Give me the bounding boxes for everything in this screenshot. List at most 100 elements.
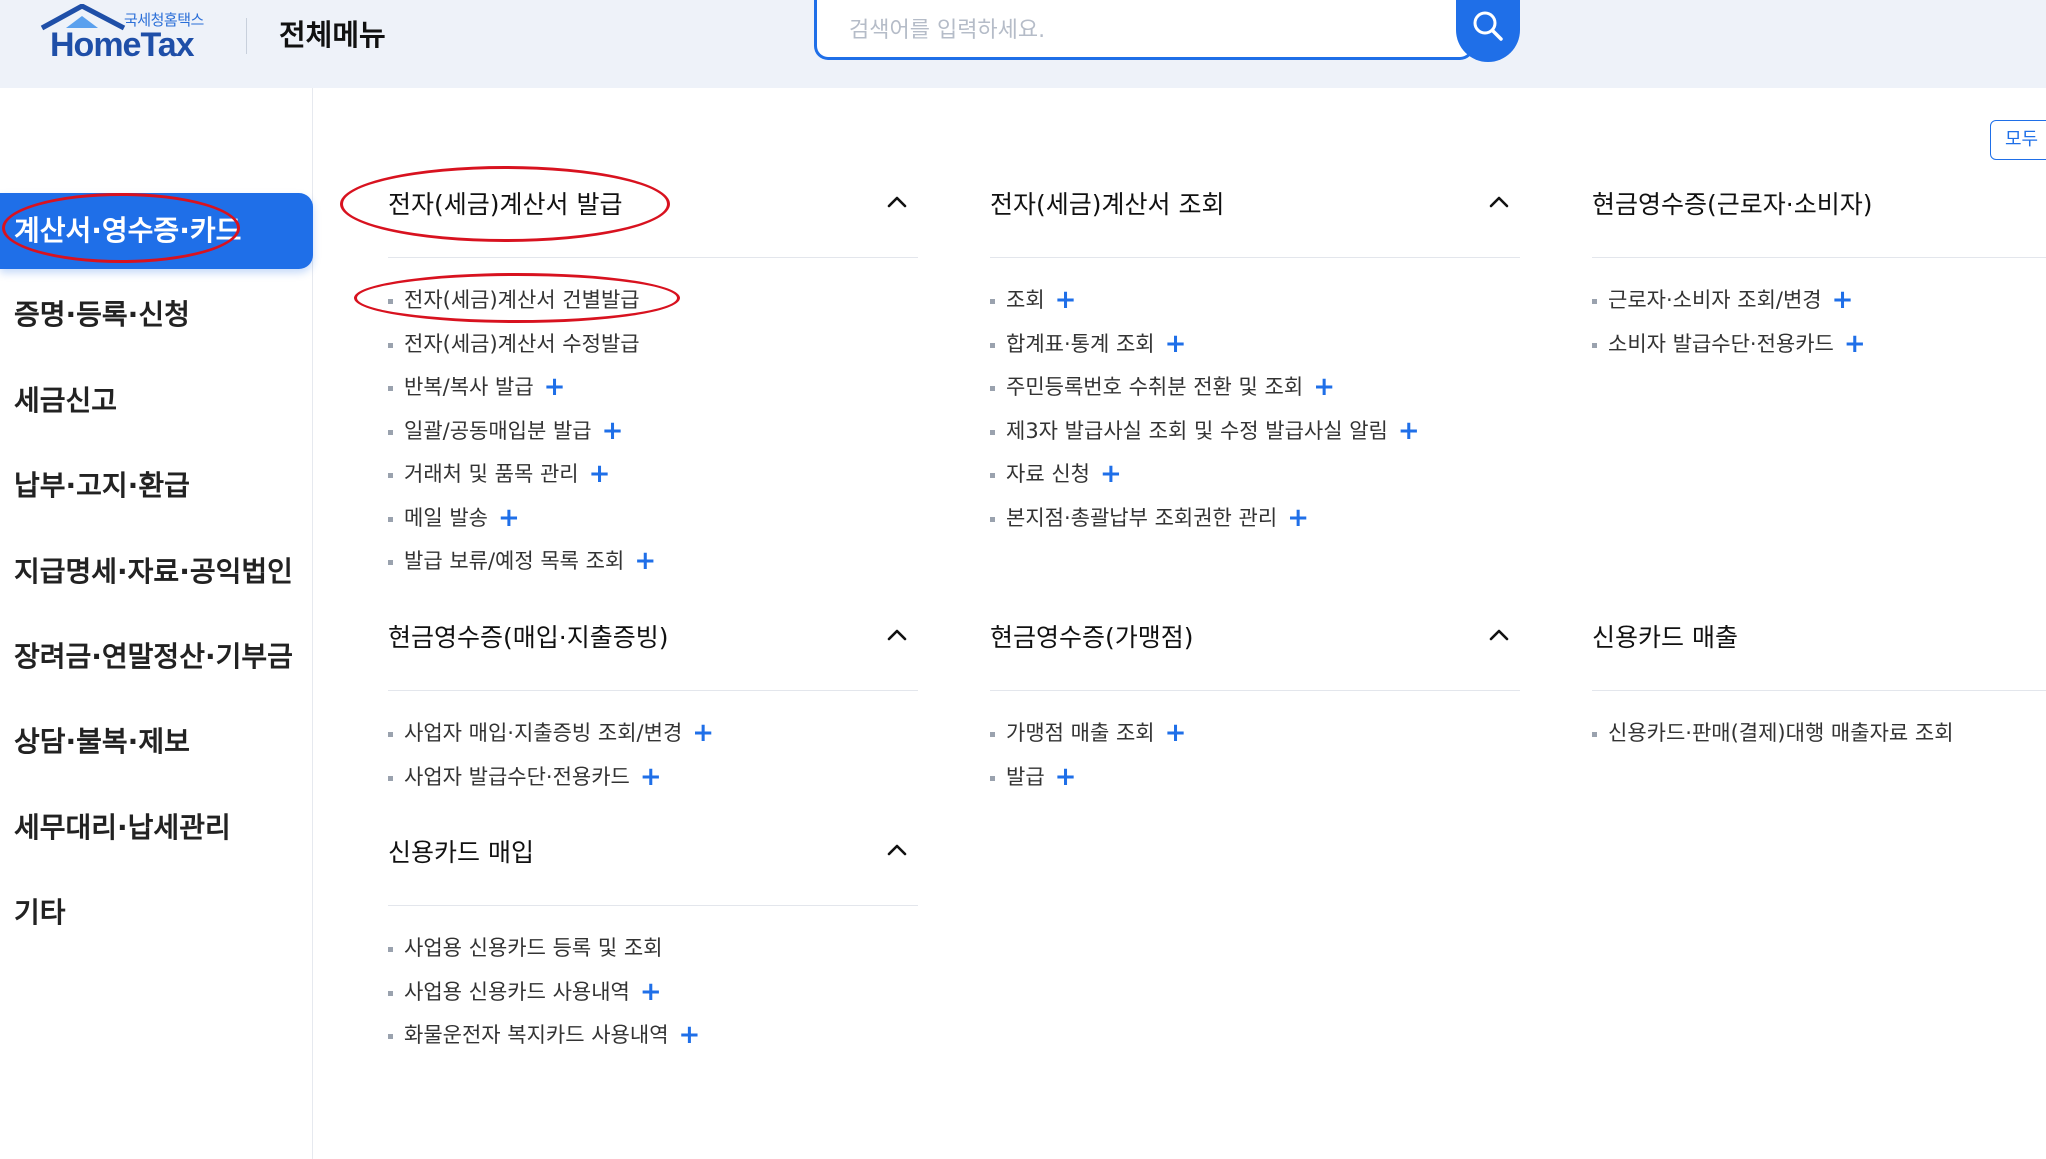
- sidebar-item-consultation-appeal[interactable]: 상담·불복·제보: [0, 704, 313, 780]
- menu-item[interactable]: 근로자·소비자 조회/변경 +: [1592, 284, 2046, 328]
- menu-section: 현금영수증(가맹점) 가맹점 매출 조회 + 발급 +: [990, 598, 1520, 804]
- menu-item[interactable]: 자료 신청 +: [990, 458, 1520, 502]
- section-item-list: 가맹점 매출 조회 + 발급 +: [990, 691, 1520, 804]
- sidebar-item-payment-refund[interactable]: 납부·고지·환급: [0, 448, 313, 524]
- plus-icon[interactable]: +: [634, 548, 656, 574]
- menu-item-label: 사업자 매입·지출증빙 조회/변경: [404, 721, 683, 745]
- menu-item-label: 거래처 및 품목 관리: [404, 462, 579, 486]
- menu-item[interactable]: 가맹점 매출 조회 +: [990, 717, 1520, 761]
- plus-icon[interactable]: +: [602, 418, 624, 444]
- chevron-up-icon[interactable]: [886, 839, 908, 861]
- section-title: 현금영수증(매입·지출증빙): [388, 623, 669, 652]
- section-header[interactable]: 신용카드 매입: [388, 813, 918, 906]
- logo-text: HomeTax: [50, 26, 195, 64]
- section-title: 현금영수증(근로자·소비자): [1592, 190, 1873, 219]
- page-title: 전체메뉴: [279, 18, 386, 52]
- toggle-all-button[interactable]: 모두: [1990, 120, 2046, 160]
- menu-item[interactable]: 소비자 발급수단·전용카드 +: [1592, 328, 2046, 372]
- menu-item[interactable]: 화물운전자 복지카드 사용내역 +: [388, 1019, 918, 1063]
- menu-item-label: 전자(세금)계산서 수정발급: [404, 331, 640, 356]
- plus-icon[interactable]: +: [1398, 418, 1420, 444]
- menu-item-label: 메일 발송: [404, 505, 488, 530]
- plus-icon[interactable]: +: [692, 720, 714, 746]
- menu-item[interactable]: 거래처 및 품목 관리 +: [388, 458, 918, 502]
- menu-item-label: 사업자 발급수단·전용카드: [404, 764, 630, 789]
- menu-item[interactable]: 메일 발송 +: [388, 502, 918, 546]
- plus-icon[interactable]: +: [1165, 331, 1187, 357]
- plus-icon[interactable]: +: [1165, 720, 1187, 746]
- sidebar-item-payment-statement[interactable]: 지급명세·자료·공익법인: [0, 534, 313, 610]
- sidebar-item-tax-filing[interactable]: 세금신고: [0, 363, 313, 439]
- plus-icon[interactable]: +: [498, 505, 520, 531]
- menu-section: 신용카드 매입 사업용 신용카드 등록 및 조회 사업용 신용카드 사용내역 + 화물운…: [388, 813, 918, 1063]
- sidebar-item-tax-agent[interactable]: 세무대리·납세관리: [0, 790, 313, 866]
- section-header[interactable]: 현금영수증(가맹점): [990, 598, 1520, 691]
- menu-item-label: 사업용 신용카드 등록 및 조회: [404, 936, 663, 960]
- menu-item[interactable]: 본지점·총괄납부 조회권한 관리 +: [990, 502, 1520, 546]
- menu-section: 현금영수증(근로자·소비자) 근로자·소비자 조회/변경 + 소비자 발급수단·전용카…: [1592, 165, 2046, 371]
- menu-item-label: 사업용 신용카드 사용내역: [404, 979, 630, 1004]
- plus-icon[interactable]: +: [1100, 461, 1122, 487]
- plus-icon[interactable]: +: [544, 374, 566, 400]
- header-divider: [246, 18, 247, 54]
- chevron-up-icon[interactable]: [1488, 191, 1510, 213]
- menu-item[interactable]: 발급 보류/예정 목록 조회 +: [388, 545, 918, 589]
- sidebar-item-certificate-registration[interactable]: 증명·등록·신청: [0, 277, 313, 353]
- menu-item[interactable]: 반복/복사 발급 +: [388, 371, 918, 415]
- section-header[interactable]: 전자(세금)계산서 조회: [990, 165, 1520, 258]
- menu-section: 현금영수증(매입·지출증빙) 사업자 매입·지출증빙 조회/변경 + 사업자 발급수단…: [388, 598, 918, 804]
- menu-item[interactable]: 사업자 매입·지출증빙 조회/변경 +: [388, 717, 918, 761]
- menu-item-label: 일괄/공동매입분 발급: [404, 418, 592, 443]
- sidebar-item-etc[interactable]: 기타: [0, 875, 313, 951]
- plus-icon[interactable]: +: [640, 764, 662, 790]
- menu-section: 전자(세금)계산서 조회 조회 + 합계표·통계 조회 + 주민등록번호 수취분 전환 및…: [990, 165, 1520, 545]
- menu-item-label: 전자(세금)계산서 건별발급: [404, 288, 640, 312]
- menu-item[interactable]: 제3자 발급사실 조회 및 수정 발급사실 알림 +: [990, 415, 1520, 459]
- menu-item-label: 반복/복사 발급: [404, 375, 534, 399]
- menu-item-label: 조회: [1006, 288, 1045, 312]
- section-header[interactable]: 신용카드 매출: [1592, 598, 2046, 691]
- section-header[interactable]: 전자(세금)계산서 발급: [388, 165, 918, 258]
- menu-item-label: 발급 보류/예정 목록 조회: [404, 549, 625, 573]
- menu-item[interactable]: 주민등록번호 수취분 전환 및 조회 +: [990, 371, 1520, 415]
- section-item-list: 사업용 신용카드 등록 및 조회 사업용 신용카드 사용내역 + 화물운전자 복지카드…: [388, 906, 918, 1063]
- sidebar-item-invoice-receipt-card[interactable]: 계산서·영수증·카드: [0, 193, 313, 269]
- plus-icon[interactable]: +: [1287, 505, 1309, 531]
- section-title: 신용카드 매출: [1592, 623, 1738, 652]
- plus-icon[interactable]: +: [1313, 374, 1335, 400]
- search-box: [814, 0, 1474, 60]
- plus-icon[interactable]: +: [589, 461, 611, 487]
- plus-icon[interactable]: +: [1055, 764, 1077, 790]
- menu-item[interactable]: 조회 +: [990, 284, 1520, 328]
- chevron-up-icon[interactable]: [1488, 624, 1510, 646]
- menu-item-label: 주민등록번호 수취분 전환 및 조회: [1006, 375, 1304, 399]
- plus-icon[interactable]: +: [640, 979, 662, 1005]
- menu-item[interactable]: 사업용 신용카드 등록 및 조회: [388, 932, 918, 976]
- menu-item[interactable]: 일괄/공동매입분 발급 +: [388, 415, 918, 459]
- search-icon: [1473, 11, 1503, 41]
- chevron-up-icon[interactable]: [886, 191, 908, 213]
- plus-icon[interactable]: +: [1055, 287, 1077, 313]
- sidebar-item-incentive-year-end[interactable]: 장려금·연말정산·기부금: [0, 619, 313, 695]
- plus-icon[interactable]: +: [1832, 287, 1854, 313]
- plus-icon[interactable]: +: [1844, 331, 1866, 357]
- menu-item-label: 소비자 발급수단·전용카드: [1608, 331, 1834, 356]
- menu-item-label: 자료 신청: [1006, 462, 1090, 486]
- plus-icon[interactable]: +: [679, 1022, 701, 1048]
- menu-item[interactable]: 발급 +: [990, 761, 1520, 805]
- hometax-logo[interactable]: 국세청홈택스 HomeTax: [36, 4, 216, 64]
- menu-item[interactable]: 사업용 신용카드 사용내역 +: [388, 976, 918, 1020]
- menu-item[interactable]: 신용카드·판매(결제)대행 매출자료 조회: [1592, 717, 2046, 761]
- chevron-up-icon[interactable]: [886, 624, 908, 646]
- menu-item[interactable]: 합계표·통계 조회 +: [990, 328, 1520, 372]
- search-input[interactable]: [847, 8, 1411, 52]
- section-title: 전자(세금)계산서 조회: [990, 190, 1225, 219]
- menu-item[interactable]: 사업자 발급수단·전용카드 +: [388, 761, 918, 805]
- menu-item-label: 가맹점 매출 조회: [1006, 721, 1155, 745]
- menu-item[interactable]: 전자(세금)계산서 건별발급: [388, 284, 918, 328]
- menu-item-label: 발급: [1006, 764, 1045, 789]
- section-header[interactable]: 현금영수증(근로자·소비자): [1592, 165, 2046, 258]
- menu-item[interactable]: 전자(세금)계산서 수정발급: [388, 328, 918, 372]
- search-button[interactable]: [1456, 0, 1520, 62]
- section-header[interactable]: 현금영수증(매입·지출증빙): [388, 598, 918, 691]
